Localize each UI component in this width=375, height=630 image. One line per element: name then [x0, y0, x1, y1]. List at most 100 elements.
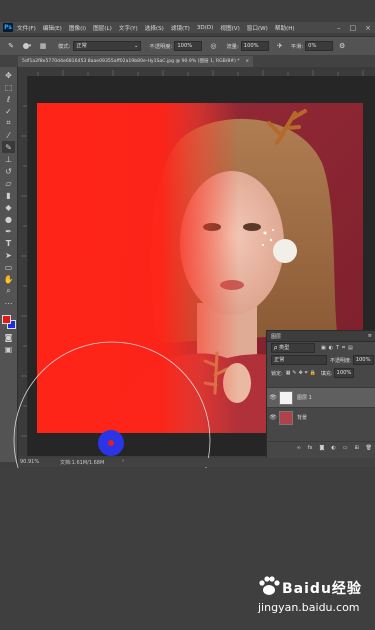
smoothing-field[interactable]: 0%	[305, 41, 334, 51]
status-bar: 90.91% 文档:1.61M/1.68M ›	[18, 458, 375, 467]
brush-settings-icon[interactable]: ▦	[38, 41, 48, 51]
menu-filter[interactable]: 滤镜(T)	[171, 24, 190, 32]
blur-tool-icon[interactable]: ◆	[2, 201, 15, 213]
visibility-eye-icon[interactable]: 👁	[267, 414, 279, 421]
close-tab-icon[interactable]: ×	[245, 59, 249, 64]
horizontal-ruler-ticks	[37, 70, 364, 76]
menu-layer[interactable]: 图层(L)	[93, 24, 112, 32]
group-icon[interactable]: ▭	[343, 445, 348, 451]
lock-fill-row: 锁定: ▦✎✥⌗🔒 填充: 100%	[267, 368, 375, 378]
blend-mode-value: 正常	[274, 357, 285, 363]
link-icon[interactable]: ∞	[297, 445, 301, 451]
quick-select-tool-icon[interactable]: ✓	[2, 105, 15, 117]
layers-panel: 图层 ≡ ρ 类型 ▣◐T⌗▤ 正常 不透明度: 100% 锁定: ▦✎✥⌗🔒 …	[266, 330, 375, 460]
history-brush-tool-icon[interactable]: ↺	[2, 165, 15, 177]
blend-mode-select[interactable]: 正常	[271, 355, 327, 365]
layer-name: 背景	[297, 415, 308, 421]
paw-logo-icon	[259, 576, 280, 595]
touch-indicator-center	[108, 440, 114, 446]
dodge-tool-icon[interactable]: ●	[2, 213, 15, 225]
layer-opacity-field[interactable]: 100%	[352, 355, 374, 365]
smoothing-label: 平滑:	[290, 44, 304, 50]
layers-panel-header: 图层 ≡	[267, 331, 375, 342]
pen-tool-icon[interactable]: ✒	[2, 225, 15, 237]
document-info: 文档:1.61M/1.68M	[60, 460, 105, 466]
layer-filter-value: ρ 类型	[274, 345, 290, 351]
fill-label: 填充:	[320, 370, 333, 377]
new-layer-icon[interactable]: ⊞	[354, 445, 358, 451]
stamp-tool-icon[interactable]: ⊥	[2, 153, 15, 165]
mode-label: 模式:	[58, 44, 71, 50]
crop-tool-icon[interactable]: ⌗	[2, 117, 15, 129]
brush-tool-icon[interactable]: ✎	[6, 41, 16, 51]
fill-field[interactable]: 100%	[333, 368, 355, 378]
zoom-tool-icon[interactable]: ⌕	[2, 285, 15, 297]
path-select-tool-icon[interactable]: ➤	[2, 249, 15, 261]
type-tool-icon[interactable]: T	[2, 237, 15, 249]
menu-3d[interactable]: 3D(D)	[197, 25, 214, 31]
brush-cursor-overlay	[13, 341, 211, 470]
layers-filter-row: ρ 类型 ▣◐T⌗▤	[267, 343, 375, 353]
mode-select[interactable]: 正常 ⌄	[73, 41, 142, 51]
layer-filter-select[interactable]: ρ 类型	[271, 343, 315, 353]
maximize-icon[interactable]: □	[350, 24, 357, 32]
adjustment-icon[interactable]: ◐	[331, 445, 335, 451]
panel-menu-icon[interactable]: ≡	[368, 333, 372, 339]
move-tool-icon[interactable]: ✥	[2, 69, 15, 81]
menu-edit[interactable]: 编辑(E)	[43, 24, 62, 32]
lock-icons[interactable]: ▦✎✥⌗🔒	[286, 370, 318, 376]
minimize-icon[interactable]: –	[337, 24, 341, 32]
opacity-label: 不透明度:	[149, 44, 173, 50]
pressure-opacity-icon[interactable]: ◎	[208, 41, 218, 51]
color-swatches[interactable]	[2, 315, 16, 329]
layer-thumbnail	[279, 390, 293, 405]
more-tools-icon[interactable]: ⋯	[2, 297, 15, 309]
menu-help[interactable]: 帮助(H)	[275, 24, 295, 32]
trash-icon[interactable]: 🗑	[366, 445, 372, 451]
eraser-tool-icon[interactable]: ▱	[2, 177, 15, 189]
document-tab[interactable]: 5df1a2f8e5770d4e6816453 8aae09355aff02a1…	[18, 56, 254, 67]
gear-icon[interactable]: ⚙	[337, 41, 347, 51]
zoom-level[interactable]: 90.91%	[20, 459, 39, 465]
brush-preset-picker[interactable]: ▾	[20, 41, 34, 51]
window-controls: – □ ×	[337, 22, 371, 33]
close-icon[interactable]: ×	[365, 24, 371, 32]
layer-row[interactable]: 👁 图层 1	[267, 387, 375, 407]
chevron-down-icon: ⌄	[134, 43, 139, 49]
layers-footer: ∞ fx ◙ ◐ ▭ ⊞ 🗑	[267, 441, 375, 454]
opacity-field[interactable]: 100%	[174, 41, 203, 51]
marquee-tool-icon[interactable]: ⬚	[2, 81, 15, 93]
layer-name: 图层 1	[297, 395, 312, 401]
menu-bar: Ps 文件(F) 编辑(E) 图像(I) 图层(L) 文字(Y) 选择(S) 滤…	[0, 22, 375, 33]
flow-label: 流量:	[226, 44, 239, 50]
shape-tool-icon[interactable]: ▭	[2, 261, 15, 273]
layers-panel-title[interactable]: 图层	[271, 333, 281, 340]
document-tab-bar: 5df1a2f8e5770d4e6816453 8aae09355aff02a1…	[0, 55, 375, 67]
menu-type[interactable]: 文字(Y)	[119, 24, 138, 32]
foreground-color-swatch[interactable]	[2, 315, 11, 324]
mask-icon[interactable]: ◙	[319, 445, 324, 451]
menu-file[interactable]: 文件(F)	[17, 24, 36, 32]
menu-view[interactable]: 视图(V)	[220, 24, 239, 32]
menu-image[interactable]: 图像(I)	[69, 24, 86, 32]
lasso-tool-icon[interactable]: ℓ	[2, 93, 15, 105]
flow-field[interactable]: 100%	[240, 41, 269, 51]
lock-label: 锁定:	[271, 370, 283, 377]
gradient-tool-icon[interactable]: ▮	[2, 189, 15, 201]
brush-tool-icon[interactable]: ✎	[2, 141, 15, 153]
blend-opacity-row: 正常 不透明度: 100%	[267, 355, 375, 365]
document-tab-title: 5df1a2f8e5770d4e6816453 8aae09355aff02a1…	[22, 59, 240, 64]
fx-icon[interactable]: fx	[308, 445, 313, 451]
eyedropper-tool-icon[interactable]: ⁄	[2, 129, 15, 141]
airbrush-icon[interactable]: ✈	[275, 41, 285, 51]
visibility-eye-icon[interactable]: 👁	[267, 394, 279, 401]
hand-tool-icon[interactable]: ✋	[2, 273, 15, 285]
mode-value: 正常	[76, 43, 87, 49]
menu-window[interactable]: 窗口(W)	[247, 24, 268, 32]
filter-icons[interactable]: ▣◐T⌗▤	[321, 345, 356, 351]
layer-thumbnail	[279, 410, 293, 425]
menu-select[interactable]: 选择(S)	[145, 24, 164, 32]
options-bar: ✎ ▾ ▦ 模式: 正常 ⌄ 不透明度: 100% ◎ 流量: 100% ✈ 平…	[0, 36, 375, 56]
status-arrow-icon[interactable]: ›	[122, 458, 124, 464]
layer-row[interactable]: 👁 背景	[267, 407, 375, 427]
